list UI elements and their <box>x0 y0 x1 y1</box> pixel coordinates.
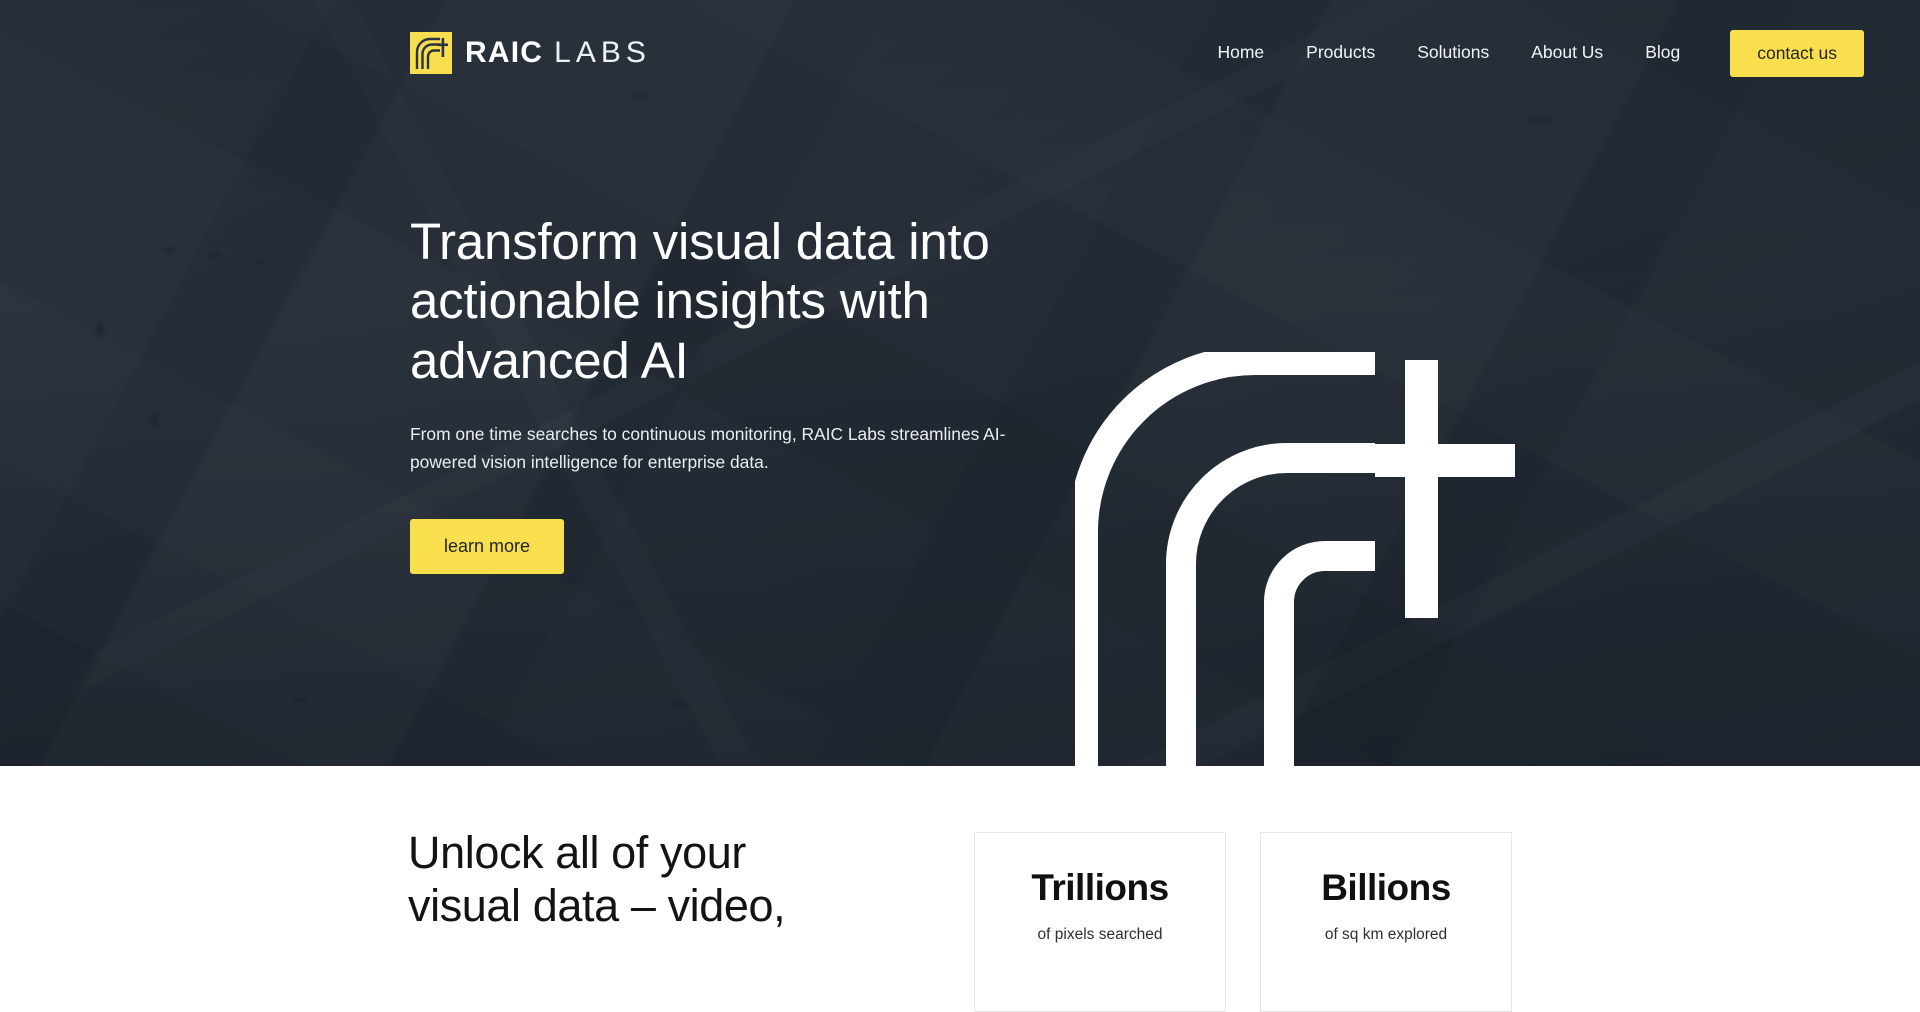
raic-logo-icon <box>410 32 452 74</box>
brand-wordmark: RAIC LABS <box>465 38 651 68</box>
site-header: RAIC LABS Home Products Solutions About … <box>0 0 1920 106</box>
hero-section: RAIC LABS Home Products Solutions About … <box>0 0 1920 766</box>
brand-name-secondary: LABS <box>554 36 651 69</box>
contact-us-button[interactable]: contact us <box>1730 29 1864 77</box>
main-navigation: Home Products Solutions About Us Blog co… <box>1196 29 1864 77</box>
stat-card: Trillions of pixels searched <box>974 832 1226 1012</box>
hero-content: Transform visual data into actionable in… <box>410 212 1050 574</box>
nav-item-solutions[interactable]: Solutions <box>1396 44 1510 62</box>
stat-label: of sq km explored <box>1324 926 1448 943</box>
stat-value: Billions <box>1321 867 1451 908</box>
stat-card: Billions of sq km explored <box>1260 832 1512 1012</box>
stats-section: Unlock all of your visual data – video, … <box>0 766 1920 1012</box>
stats-card-group: Trillions of pixels searched Billions of… <box>974 832 1512 1012</box>
nav-item-home[interactable]: Home <box>1196 44 1285 62</box>
stat-value: Trillions <box>1031 867 1169 908</box>
brand-name-primary: RAIC <box>465 36 544 69</box>
stat-label: of pixels searched <box>1037 926 1163 943</box>
nav-item-blog[interactable]: Blog <box>1624 44 1701 62</box>
learn-more-button[interactable]: learn more <box>410 518 565 574</box>
brand-logo[interactable]: RAIC LABS <box>410 32 651 74</box>
hero-title: Transform visual data into actionable in… <box>410 213 990 389</box>
nav-item-products[interactable]: Products <box>1285 44 1396 62</box>
hero-subtitle: From one time searches to continuous mon… <box>410 424 1006 473</box>
nav-item-about-us[interactable]: About Us <box>1510 44 1624 62</box>
section-heading: Unlock all of your visual data – video, <box>408 827 786 932</box>
